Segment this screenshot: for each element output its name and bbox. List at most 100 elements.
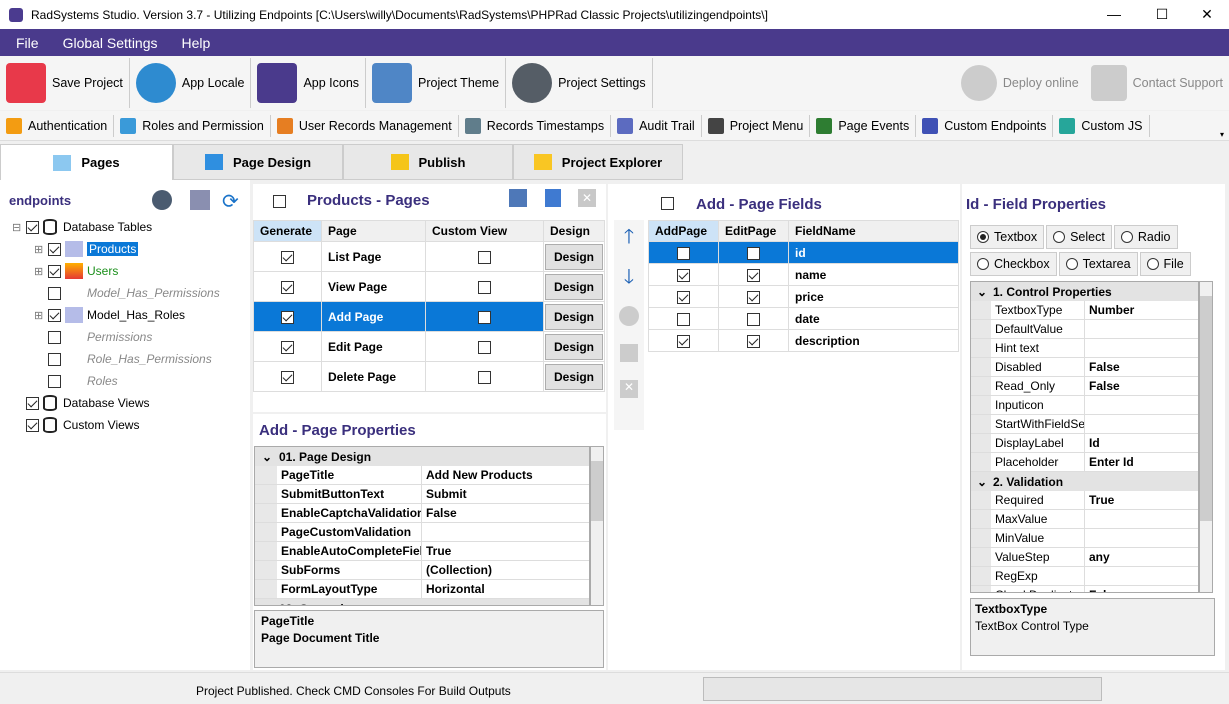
tab-pages[interactable]: Pages <box>0 144 173 180</box>
property-row[interactable]: DisplayLabel Id <box>971 434 1198 453</box>
maximize-button[interactable]: ☐ <box>1139 0 1185 29</box>
page-row[interactable]: List Page Design <box>253 241 605 272</box>
property-value[interactable]: Enter Id <box>1085 453 1198 471</box>
property-value[interactable]: False <box>422 504 589 522</box>
field-row[interactable]: price <box>648 285 959 308</box>
delete-page-icon[interactable]: ✕ <box>578 189 596 207</box>
tree-checkbox[interactable] <box>48 242 61 256</box>
custom-view-checkbox[interactable] <box>478 250 491 264</box>
property-row[interactable]: MaxValue <box>971 510 1198 529</box>
addpage-checkbox[interactable] <box>677 290 690 304</box>
project-menu-button[interactable]: Project Menu <box>702 114 811 137</box>
custom-endpoints-button[interactable]: Custom Endpoints <box>916 114 1054 137</box>
design-button[interactable]: Design <box>545 243 603 270</box>
property-value[interactable]: False <box>1085 377 1198 395</box>
editpage-checkbox[interactable] <box>747 312 760 326</box>
menu-help[interactable]: Help <box>174 35 219 51</box>
generate-checkbox[interactable] <box>281 250 294 264</box>
addpage-checkbox[interactable] <box>677 246 690 260</box>
editpage-checkbox[interactable] <box>747 268 760 282</box>
deploy-online-button[interactable]: Deploy online <box>955 58 1085 108</box>
custom-view-checkbox[interactable] <box>478 370 491 384</box>
control-checkbox-radio[interactable]: Checkbox <box>970 252 1057 276</box>
property-value[interactable]: Id <box>1085 434 1198 452</box>
collapse-icon[interactable]: ⌄ <box>255 602 279 606</box>
tree-checkbox[interactable] <box>48 352 61 366</box>
property-row[interactable]: StartWithFieldSet <box>971 415 1198 434</box>
property-category[interactable]: ⌄02. General <box>255 599 589 606</box>
col-editpage[interactable]: EditPage <box>718 220 789 242</box>
menu-global-settings[interactable]: Global Settings <box>55 35 166 51</box>
addpage-checkbox[interactable] <box>677 268 690 282</box>
property-category[interactable]: ⌄ 01. Page Design <box>255 447 589 466</box>
save-project-button[interactable]: Save Project <box>0 58 130 108</box>
generate-checkbox[interactable] <box>281 280 294 294</box>
tree-item-permissions[interactable]: Permissions <box>12 326 248 348</box>
collapse-icon[interactable]: ⌄ <box>971 285 993 299</box>
property-value[interactable]: any <box>1085 548 1198 566</box>
tree-item-database-tables[interactable]: ⊟ Database Tables <box>12 216 248 238</box>
custom-view-checkbox[interactable] <box>478 280 491 294</box>
field-row[interactable]: description <box>648 329 959 352</box>
control-textarea-radio[interactable]: Textarea <box>1058 252 1138 276</box>
property-category[interactable]: ⌄ 1. Control Properties <box>971 282 1198 301</box>
col-custom-view[interactable]: Custom View <box>425 220 544 242</box>
page-row[interactable]: Add Page Design <box>253 301 605 332</box>
property-value[interactable]: Number <box>1085 301 1198 319</box>
tree-item-role-has-permissions[interactable]: Role_Has_Permissions <box>12 348 248 370</box>
move-up-icon[interactable]: 🡑 <box>614 222 644 256</box>
addpage-checkbox[interactable] <box>677 334 690 348</box>
generate-checkbox[interactable] <box>281 340 294 354</box>
col-page[interactable]: Page <box>321 220 426 242</box>
property-category[interactable]: ⌄ 2. Validation <box>971 472 1198 491</box>
property-row[interactable]: Required True <box>971 491 1198 510</box>
expand-icon[interactable]: ⊞ <box>34 309 48 322</box>
property-value[interactable] <box>1085 320 1198 338</box>
tab-project-explorer[interactable]: Project Explorer <box>513 144 683 180</box>
control-textbox-radio[interactable]: Textbox <box>970 225 1045 249</box>
tree-checkbox[interactable] <box>48 264 61 278</box>
select-all-pages-checkbox[interactable] <box>273 195 286 209</box>
tab-publish[interactable]: Publish <box>343 144 513 180</box>
property-value[interactable]: False <box>1085 586 1198 592</box>
collapse-icon[interactable]: ⌄ <box>971 475 993 489</box>
property-row[interactable]: PageCustomValidation <box>255 523 589 542</box>
page-row[interactable]: Edit Page Design <box>253 331 605 362</box>
property-value[interactable]: True <box>1085 491 1198 509</box>
copy-page-icon[interactable] <box>545 189 561 207</box>
tree-checkbox[interactable] <box>26 396 39 410</box>
property-row[interactable]: EnableCaptchaValidation False <box>255 504 589 523</box>
authentication-button[interactable]: Authentication <box>0 114 115 137</box>
table-settings-icon[interactable] <box>190 190 210 210</box>
remove-field-icon[interactable]: ✕ <box>620 380 638 398</box>
field-row[interactable]: date <box>648 307 959 330</box>
contact-support-button[interactable]: Contact Support <box>1085 58 1229 108</box>
property-value[interactable]: Horizontal <box>422 580 589 598</box>
custom-view-checkbox[interactable] <box>478 340 491 354</box>
property-row[interactable]: PageTitle Add New Products <box>255 466 589 485</box>
custom-js-button[interactable]: Custom JS <box>1053 114 1150 137</box>
control-file-radio[interactable]: File <box>1139 252 1191 276</box>
design-button[interactable]: Design <box>545 273 603 300</box>
page-events-button[interactable]: Page Events <box>810 114 917 137</box>
minimize-button[interactable]: — <box>1091 0 1137 29</box>
control-radio-radio[interactable]: Radio <box>1113 225 1178 249</box>
project-theme-button[interactable]: Project Theme <box>366 58 507 108</box>
tree-item-model-has-roles[interactable]: ⊞ Model_Has_Roles <box>12 304 248 326</box>
editpage-checkbox[interactable] <box>747 334 760 348</box>
tree-checkbox[interactable] <box>48 330 61 344</box>
property-value[interactable] <box>422 523 589 541</box>
property-value[interactable]: False <box>1085 358 1198 376</box>
field-property-scrollbar[interactable] <box>1199 281 1213 593</box>
generate-checkbox[interactable] <box>281 370 294 384</box>
property-row[interactable]: SubmitButtonText Submit <box>255 485 589 504</box>
user-records-management-button[interactable]: User Records Management <box>271 114 459 137</box>
tree-item-users[interactable]: ⊞ Users <box>12 260 248 282</box>
expand-icon[interactable]: ⊞ <box>34 265 48 278</box>
move-down-icon[interactable]: 🡓 <box>614 262 644 296</box>
control-select-radio[interactable]: Select <box>1046 225 1112 249</box>
db-settings-icon[interactable] <box>152 190 172 210</box>
records-timestamps-button[interactable]: Records Timestamps <box>459 114 612 137</box>
refresh-icon[interactable]: ⟳ <box>222 189 239 214</box>
menu-file[interactable]: File <box>8 35 47 51</box>
